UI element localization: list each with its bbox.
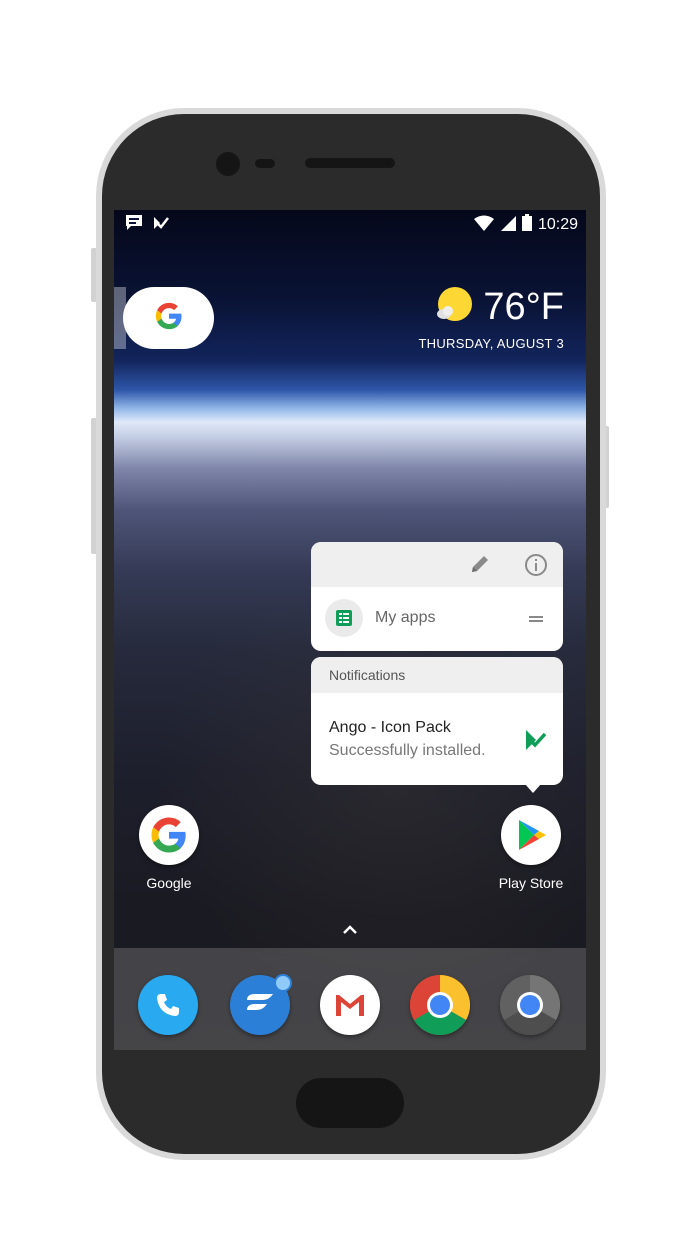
notifications-header: Notifications bbox=[311, 657, 563, 693]
pencil-icon[interactable] bbox=[469, 553, 491, 580]
message-icon bbox=[124, 214, 144, 237]
signal-icon bbox=[500, 215, 516, 236]
google-search-widget[interactable] bbox=[123, 287, 214, 349]
notification-title: Ango - Icon Pack bbox=[329, 719, 451, 736]
play-store-icon bbox=[501, 805, 561, 865]
proximity-sensor bbox=[255, 159, 275, 168]
front-camera bbox=[216, 152, 240, 176]
battery-icon bbox=[521, 214, 532, 236]
earpiece-speaker bbox=[305, 158, 395, 168]
fluid-icon[interactable] bbox=[230, 974, 292, 1035]
chrome-icon[interactable] bbox=[410, 975, 470, 1035]
app-shortcuts-popup: My apps bbox=[311, 542, 563, 651]
partly-sunny-icon bbox=[435, 286, 473, 329]
gmail-icon[interactable] bbox=[320, 975, 380, 1035]
shortcut-label: My apps bbox=[375, 609, 436, 626]
google-icon bbox=[139, 805, 199, 865]
shortcut-my-apps[interactable]: My apps bbox=[311, 587, 563, 651]
popup-pointer bbox=[525, 784, 541, 793]
status-bar: 10:29 bbox=[114, 210, 586, 238]
date-label: THURSDAY, AUGUST 3 bbox=[418, 336, 564, 351]
info-icon[interactable] bbox=[524, 553, 548, 582]
notification-subtitle: Successfully installed. bbox=[329, 742, 486, 759]
chrome-dev-icon[interactable] bbox=[500, 975, 560, 1035]
phone-icon[interactable] bbox=[138, 975, 198, 1035]
notification-dot-icon bbox=[274, 974, 292, 992]
google-g-icon bbox=[154, 301, 184, 336]
app-play-store[interactable]: Play Store bbox=[481, 805, 581, 891]
home-button[interactable] bbox=[296, 1078, 404, 1128]
dock bbox=[114, 948, 586, 1050]
temperature: 76°F bbox=[483, 286, 564, 328]
weather-widget[interactable]: 76°F bbox=[435, 286, 564, 329]
notifications-title: Notifications bbox=[329, 667, 406, 683]
my-apps-icon bbox=[325, 599, 363, 637]
chevron-up-icon[interactable] bbox=[342, 922, 358, 940]
ango-icon bbox=[152, 214, 170, 237]
app-label: Google bbox=[146, 875, 192, 891]
app-label: Play Store bbox=[498, 875, 564, 891]
popup-toolbar bbox=[311, 542, 563, 587]
home-screen: 10:29 76°F THURSDAY, AUGUST 3 My apps No… bbox=[114, 210, 586, 1050]
notifications-popup[interactable]: Notifications Ango - Icon Pack Successfu… bbox=[311, 657, 563, 785]
drag-handle-icon[interactable] bbox=[529, 616, 543, 622]
wifi-icon bbox=[473, 215, 494, 236]
clock: 10:29 bbox=[537, 216, 578, 233]
app-google[interactable]: Google bbox=[119, 805, 219, 891]
ango-icon bbox=[525, 728, 547, 757]
